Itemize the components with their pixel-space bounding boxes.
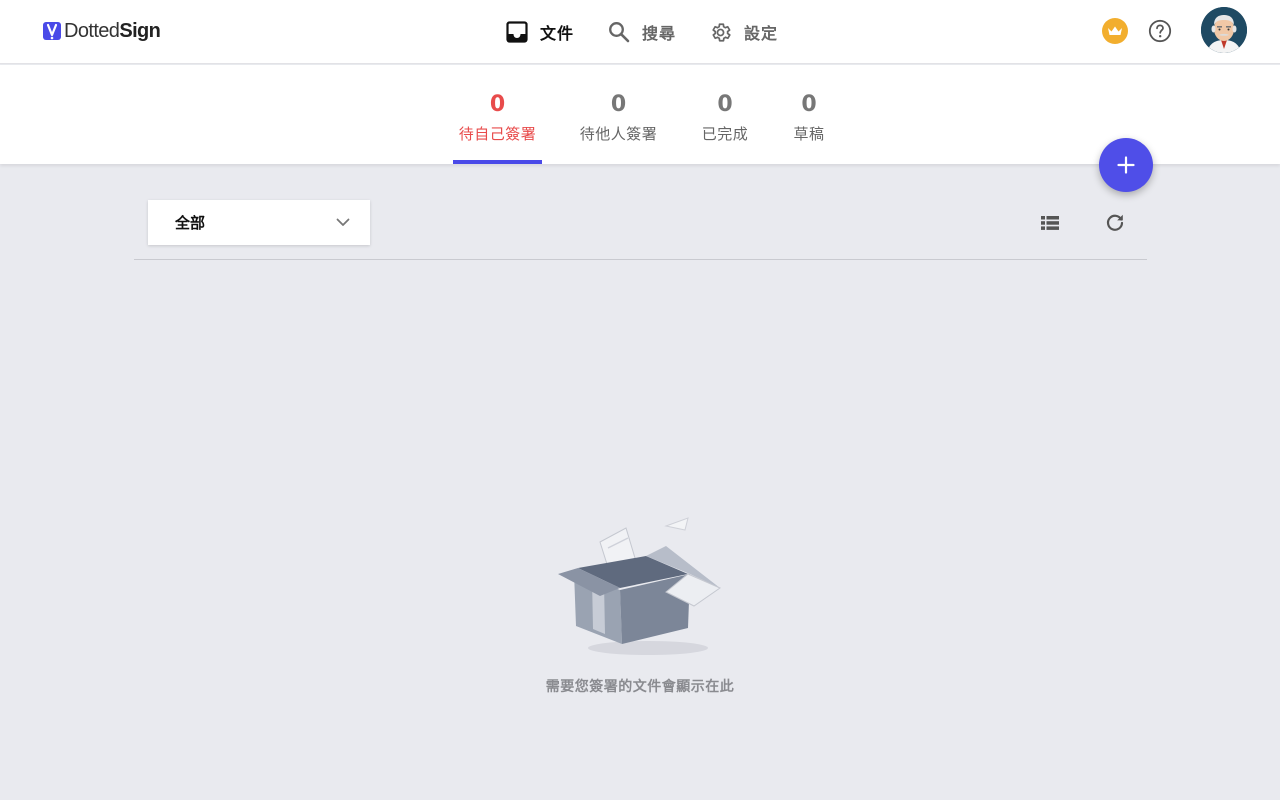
brand-name: DottedSign (64, 19, 161, 43)
tab-count: 0 (610, 92, 627, 117)
dottedsign-logo[interactable]: DottedSign (42, 18, 161, 44)
chevron-down-icon (336, 218, 350, 226)
list-view-button[interactable] (1039, 212, 1061, 234)
filter-selected-value: 全部 (175, 214, 206, 232)
open-box-icon (558, 517, 722, 655)
help-button[interactable] (1148, 19, 1172, 43)
active-tab-indicator (453, 160, 542, 164)
new-document-button[interactable] (1099, 138, 1153, 192)
tab-count: 0 (801, 92, 817, 117)
nav-search-label: 搜尋 (642, 24, 677, 43)
tab-drafts[interactable]: 0 草稿 (786, 90, 832, 144)
brand-name-light: Dotted (64, 19, 120, 42)
empty-box-illustration (548, 512, 728, 662)
nav-search[interactable]: 搜尋 (608, 17, 676, 47)
nav-settings-label: 設定 (744, 24, 779, 43)
inbox-icon (506, 21, 528, 43)
crown-icon (1108, 26, 1122, 35)
brand-name-bold: Sign (119, 19, 161, 42)
toolbar-divider (134, 259, 1147, 260)
tab-label: 已完成 (701, 125, 749, 143)
tab-count: 0 (717, 92, 733, 117)
tab-count: 0 (489, 92, 506, 117)
tab-label: 草稿 (793, 125, 825, 143)
nav-documents-label: 文件 (540, 24, 575, 43)
refresh-button[interactable] (1104, 212, 1126, 234)
tab-label: 待他人簽署 (579, 125, 658, 143)
logo-mark-icon (43, 22, 61, 40)
gear-icon (712, 22, 731, 42)
document-filter-dropdown[interactable]: 全部 (148, 200, 370, 245)
plus-icon (1117, 156, 1135, 174)
empty-state-message: 需要您簽署的文件會顯示在此 (545, 679, 735, 695)
tab-label: 待自己簽署 (458, 125, 537, 143)
top-navigation-bar: DottedSign 文件 搜尋 設定 (0, 0, 1280, 64)
status-tabs: 0 待自己簽署 0 待他人簽署 0 已完成 0 草稿 (0, 65, 1280, 164)
user-avatar[interactable] (1201, 7, 1247, 53)
avatar-portrait-icon (1201, 7, 1247, 53)
nav-settings[interactable]: 設定 (709, 17, 778, 47)
tab-awaiting-others[interactable]: 0 待他人簽署 (574, 90, 663, 144)
tab-completed[interactable]: 0 已完成 (695, 90, 755, 144)
nav-documents[interactable]: 文件 (506, 17, 574, 47)
tab-awaiting-my-signature[interactable]: 0 待自己簽署 (453, 90, 542, 144)
search-icon (609, 22, 630, 43)
refresh-icon (1106, 214, 1124, 231)
help-circle-icon (1148, 19, 1172, 43)
premium-button[interactable] (1102, 18, 1128, 44)
list-view-icon (1041, 216, 1059, 230)
